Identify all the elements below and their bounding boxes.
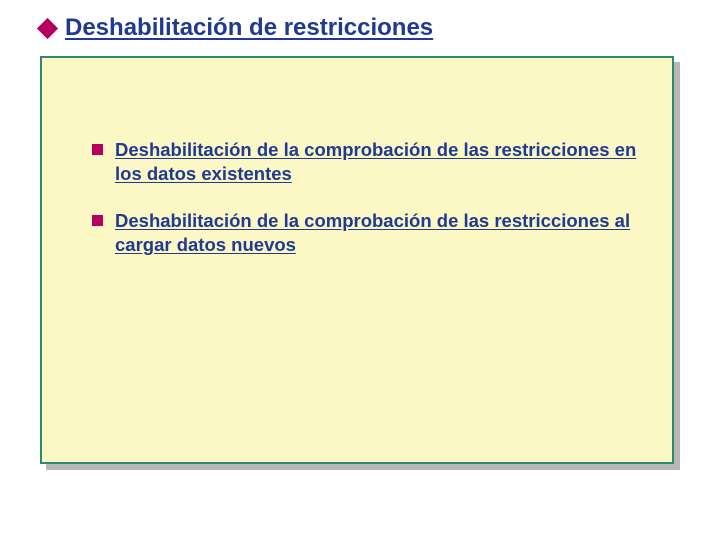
- title-row: Deshabilitación de restricciones: [38, 14, 684, 43]
- bullet-text: Deshabilitación de la comprobación de la…: [115, 138, 652, 185]
- slide-title-row: Deshabilitación de restricciones: [38, 14, 684, 43]
- slide-title: Deshabilitación de restricciones: [65, 14, 433, 43]
- square-bullet-icon: [92, 144, 103, 155]
- diamond-bullet-icon: [37, 18, 58, 39]
- bullet-text: Deshabilitación de la comprobación de la…: [115, 209, 652, 256]
- square-bullet-icon: [92, 215, 103, 226]
- content-box: Deshabilitación de la comprobación de la…: [40, 56, 674, 464]
- list-item: Deshabilitación de la comprobación de la…: [92, 209, 652, 256]
- list-item: Deshabilitación de la comprobación de la…: [92, 138, 652, 185]
